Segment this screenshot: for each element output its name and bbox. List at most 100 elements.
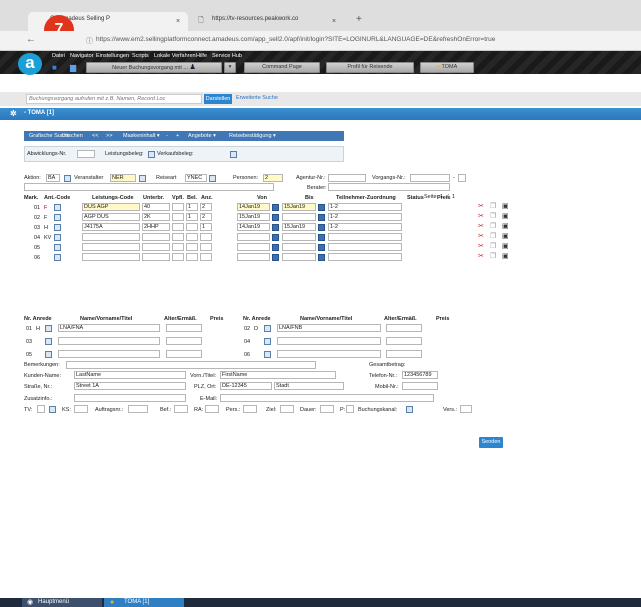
processing-nr-field[interactable] (77, 150, 95, 158)
catering-field[interactable] (172, 243, 184, 251)
menu-scripts[interactable]: Scripts (132, 53, 149, 59)
paste-icon[interactable]: ▣ (502, 253, 509, 260)
occupancy-field[interactable] (186, 233, 198, 241)
from-date-field[interactable]: 14Jan19 (237, 223, 270, 231)
agency-field[interactable] (328, 174, 366, 182)
service-lookup-icon[interactable] (54, 244, 61, 251)
sales-voucher-icon[interactable] (230, 151, 237, 158)
advanced-search-link[interactable]: Erweiterte Suche (236, 95, 278, 101)
calendar-icon[interactable] (272, 204, 279, 211)
taskbar-main-menu[interactable]: ◉ Hauptmenü (22, 598, 102, 607)
interruption-field[interactable] (142, 233, 170, 241)
service-code-field[interactable]: DUS AGP (82, 203, 140, 211)
copy-icon[interactable]: ❐ (490, 223, 496, 230)
service-code-field[interactable] (82, 253, 140, 261)
print-icon[interactable]: ▆ (70, 63, 76, 72)
phone-field[interactable]: 123456789 (402, 371, 438, 379)
to-date-field[interactable] (282, 243, 316, 251)
extra-info-field[interactable] (74, 394, 186, 402)
service-lookup-icon[interactable] (54, 224, 61, 231)
person-age-field[interactable] (386, 337, 422, 345)
calendar-icon[interactable] (318, 244, 325, 251)
mobile-field[interactable] (402, 382, 438, 390)
person-name-field[interactable]: LNA/FNA (58, 324, 160, 332)
catering-field[interactable] (172, 213, 184, 221)
booking-nr-field[interactable] (410, 174, 450, 182)
to-date-field[interactable] (282, 253, 316, 261)
person-age-field[interactable] (166, 324, 202, 332)
plus-button[interactable]: + (176, 133, 179, 139)
travel-confirmation-menu[interactable]: Reisebestätigung ▾ (229, 133, 276, 139)
insurance-field[interactable] (460, 405, 472, 413)
person-age-field[interactable] (166, 350, 202, 358)
profile-button[interactable]: Profil für Reisende (326, 62, 414, 73)
action-lookup-icon[interactable] (64, 175, 71, 182)
menu-lokale-verfahren[interactable]: Lokale Verfahren (154, 53, 196, 59)
service-lookup-icon[interactable] (54, 214, 61, 221)
person-name-field[interactable] (58, 350, 160, 358)
person-name-field[interactable]: LNA/FNB (277, 324, 381, 332)
service-code-field[interactable]: J4175A (82, 223, 140, 231)
pers-field[interactable] (243, 405, 257, 413)
save-icon[interactable]: ■ (52, 63, 57, 72)
calendar-icon[interactable] (318, 224, 325, 231)
occupancy-field[interactable]: 1 (186, 203, 198, 211)
action-field[interactable]: BA (46, 174, 60, 182)
count-field[interactable]: 1 (200, 223, 212, 231)
participant-field[interactable]: 1-2 (328, 223, 402, 231)
participant-field[interactable] (328, 233, 402, 241)
calendar-icon[interactable] (272, 244, 279, 251)
service-voucher-icon[interactable] (148, 151, 155, 158)
copy-icon[interactable]: ❐ (490, 253, 496, 260)
toma-button[interactable]: ● TOMA (420, 62, 474, 73)
remarks-field[interactable] (66, 361, 316, 369)
operator-lookup-icon[interactable] (139, 175, 146, 182)
scissors-icon[interactable]: ✂ (478, 253, 484, 260)
paste-icon[interactable]: ▣ (502, 203, 509, 210)
paste-icon[interactable]: ▣ (502, 243, 509, 250)
menu-service-hub[interactable]: Service Hub (212, 53, 242, 59)
copy-icon[interactable]: ❐ (490, 213, 496, 220)
participant-field[interactable]: 1-2 (328, 203, 402, 211)
occupancy-field[interactable] (186, 223, 198, 231)
count-field[interactable]: 2 (200, 203, 212, 211)
service-code-field[interactable] (82, 243, 140, 251)
travel-type-lookup-icon[interactable] (209, 175, 216, 182)
person-age-field[interactable] (166, 337, 202, 345)
consultant-field[interactable] (328, 183, 450, 191)
command-page-button[interactable]: Command Page (244, 62, 320, 73)
street-field[interactable]: Street 1A (74, 382, 186, 390)
occupancy-field[interactable] (186, 253, 198, 261)
browser-tab-peakwork[interactable]: 🗋 https://tv-resources.peakwork.co × (190, 12, 345, 31)
occupancy-field[interactable]: 1 (186, 213, 198, 221)
from-date-field[interactable]: 14Jan19 (237, 203, 270, 211)
person-name-field[interactable] (277, 350, 381, 358)
service-lookup-icon[interactable] (54, 254, 61, 261)
ra-field[interactable] (205, 405, 219, 413)
customer-name-field[interactable]: LastName (74, 371, 186, 379)
tv-lookup-icon[interactable] (49, 406, 56, 413)
scissors-icon[interactable]: ✂ (478, 223, 484, 230)
calendar-icon[interactable] (318, 234, 325, 241)
p-field[interactable] (346, 405, 354, 413)
url-field[interactable]: https://www.em2.sellingplatformconnect.a… (96, 36, 495, 43)
service-code-field[interactable]: AGP DUS (82, 213, 140, 221)
copy-icon[interactable]: ❐ (490, 203, 496, 210)
show-button[interactable]: Darstellen (204, 94, 232, 104)
salutation-lookup-icon[interactable] (45, 351, 52, 358)
copy-icon[interactable]: ❐ (490, 233, 496, 240)
duration-field[interactable] (320, 405, 334, 413)
participant-field[interactable] (328, 243, 402, 251)
person-age-field[interactable] (386, 324, 422, 332)
from-date-field[interactable] (237, 233, 270, 241)
to-date-field[interactable] (282, 233, 316, 241)
taskbar-toma[interactable]: ● TOMA [1] (104, 598, 184, 607)
to-date-field[interactable]: 15Jan19 (282, 203, 316, 211)
scissors-icon[interactable]: ✂ (478, 203, 484, 210)
paste-icon[interactable]: ▣ (502, 223, 509, 230)
service-lookup-icon[interactable] (54, 204, 61, 211)
calendar-icon[interactable] (318, 204, 325, 211)
calendar-icon[interactable] (318, 254, 325, 261)
order-nr-field[interactable] (128, 405, 148, 413)
operator-field[interactable]: NER (110, 174, 136, 182)
